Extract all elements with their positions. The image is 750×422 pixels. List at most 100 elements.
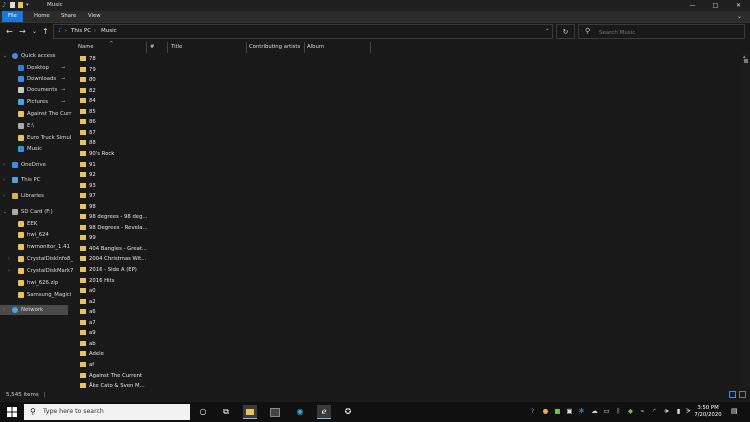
column-name[interactable]: Name ^ xyxy=(76,41,147,53)
up-button[interactable]: ↑ xyxy=(42,28,49,36)
minimize-button[interactable]: — xyxy=(681,0,704,11)
file-row[interactable]: a6 xyxy=(76,307,166,317)
file-row[interactable]: ab xyxy=(76,339,166,349)
collapsed-chevron-icon[interactable]: › xyxy=(3,175,5,185)
crumb-separator[interactable]: › xyxy=(65,28,67,34)
collapsed-chevron-icon[interactable]: › xyxy=(8,254,10,264)
file-row[interactable]: 80 xyxy=(76,75,166,85)
column-title[interactable]: Title xyxy=(169,42,247,53)
tab-home[interactable]: Home xyxy=(28,11,56,22)
address-dropdown-icon[interactable]: ⌄ xyxy=(545,26,550,32)
expand-ribbon-icon[interactable]: ⌄ xyxy=(737,13,742,20)
file-row[interactable]: a9 xyxy=(76,328,166,338)
back-button[interactable]: ← xyxy=(6,28,13,36)
store-icon[interactable] xyxy=(268,405,282,419)
collapsed-chevron-icon[interactable]: › xyxy=(3,160,5,170)
file-row[interactable]: a2 xyxy=(76,297,166,307)
file-row[interactable]: 85 xyxy=(76,107,166,117)
file-row[interactable]: a0 xyxy=(76,286,166,296)
file-row[interactable]: 92 xyxy=(76,170,166,180)
language-icon[interactable]: ᗒ xyxy=(684,407,693,416)
battery-icon[interactable]: ▮ xyxy=(674,407,683,416)
tray-snowflake-icon[interactable]: ✻ xyxy=(577,407,586,416)
app-icon[interactable]: ✪ xyxy=(341,405,355,419)
task-view-icon[interactable]: ⧉ xyxy=(219,405,233,419)
nav-item-label: Quick access xyxy=(21,53,56,59)
file-explorer-taskbar-icon[interactable] xyxy=(243,405,257,419)
tray-usb-icon[interactable]: ⌁ xyxy=(638,407,647,416)
customize-toolbar-icon[interactable]: ▾ xyxy=(26,2,31,8)
large-icons-view-button[interactable] xyxy=(739,391,746,398)
tray-shield-icon[interactable]: ◆ xyxy=(626,407,635,416)
tab-share[interactable]: Share xyxy=(55,11,82,22)
close-button[interactable]: ✕ xyxy=(727,0,750,11)
address-bar[interactable]: ♪ › This PC › Music ⌄ xyxy=(53,24,553,39)
file-name: 78 xyxy=(89,56,96,62)
file-row[interactable]: Against The Current xyxy=(76,371,166,381)
wifi-icon[interactable]: ◜ xyxy=(650,407,659,416)
crumb-this-pc[interactable]: This PC xyxy=(71,28,91,34)
tab-view[interactable]: View xyxy=(82,11,107,22)
recent-locations-button[interactable]: ⌄ xyxy=(32,28,37,36)
edge-legacy-icon[interactable]: ℯ xyxy=(317,405,331,419)
tab-file[interactable]: File xyxy=(2,11,23,22)
file-row[interactable]: 98 xyxy=(76,202,166,212)
clock[interactable]: 3:50 PM 7/20/2020 xyxy=(693,405,723,419)
file-row[interactable]: 2016 Hits xyxy=(76,276,166,286)
file-row[interactable]: 2004 Christmas Wit... xyxy=(76,254,166,264)
collapsed-chevron-icon[interactable]: › xyxy=(8,266,10,276)
collapsed-chevron-icon[interactable]: › xyxy=(3,191,5,201)
file-row[interactable]: 97 xyxy=(76,191,166,201)
tray-network-drive-icon[interactable]: ▭ xyxy=(602,407,611,416)
file-row[interactable]: 404 Bangles - Great... xyxy=(76,244,166,254)
file-row[interactable]: 99 xyxy=(76,233,166,243)
scrollbar-thumb[interactable] xyxy=(744,59,748,63)
onedrive-tray-icon[interactable]: ☁ xyxy=(590,407,599,416)
file-row[interactable]: 2016 - Side A (EP) xyxy=(76,265,166,275)
file-row[interactable]: 98 degrees - 98 deg... xyxy=(76,212,166,222)
nav-item[interactable]: › Network xyxy=(0,305,68,315)
forward-button[interactable]: → xyxy=(19,28,26,36)
file-row[interactable]: af xyxy=(76,360,166,370)
new-folder-icon[interactable] xyxy=(18,2,23,8)
file-row[interactable]: 82 xyxy=(76,86,166,96)
collapsed-chevron-icon[interactable]: › xyxy=(3,305,5,315)
help-icon[interactable]: ? xyxy=(528,407,537,416)
file-row[interactable]: 86 xyxy=(76,117,166,127)
tray-check-icon[interactable]: ■ xyxy=(553,407,562,416)
file-row[interactable]: 90's Rock xyxy=(76,149,166,159)
edge-icon[interactable]: ◉ xyxy=(293,405,307,419)
tray-monitor-icon[interactable]: ▣ xyxy=(565,407,574,416)
file-row[interactable]: 87 xyxy=(76,128,166,138)
expanded-chevron-icon[interactable]: ⌄ xyxy=(3,51,7,61)
column-contributing-artists[interactable]: Contributing artists xyxy=(247,42,305,53)
search-input[interactable] xyxy=(597,27,741,39)
expanded-chevron-icon[interactable]: ⌄ xyxy=(3,207,7,217)
file-row[interactable]: 98 Degrees - Revela... xyxy=(76,223,166,233)
file-row[interactable]: 91 xyxy=(76,160,166,170)
file-row[interactable]: 93 xyxy=(76,181,166,191)
column-album[interactable]: Album xyxy=(305,42,371,53)
file-row[interactable]: Adele xyxy=(76,349,166,359)
properties-icon[interactable] xyxy=(10,2,15,8)
file-row[interactable]: a7 xyxy=(76,318,166,328)
bluetooth-icon[interactable]: ᛒ xyxy=(614,407,623,416)
file-row[interactable]: 79 xyxy=(76,65,166,75)
maximize-button[interactable]: □ xyxy=(704,0,727,11)
vertical-scrollbar[interactable]: ▴ xyxy=(742,54,750,388)
windows-start-icon[interactable] xyxy=(7,407,17,417)
volume-icon[interactable]: 🕪 xyxy=(662,407,671,416)
crumb-separator[interactable]: › xyxy=(94,28,96,34)
crumb-music[interactable]: Music xyxy=(101,28,117,34)
tray-app-icon[interactable]: ● xyxy=(541,407,550,416)
details-view-button[interactable] xyxy=(729,391,736,398)
file-row[interactable]: 84 xyxy=(76,96,166,106)
cortana-icon[interactable]: ○ xyxy=(196,405,210,419)
taskbar-search[interactable]: ⚲ Type here to search xyxy=(24,404,190,420)
column-number[interactable]: # xyxy=(148,42,168,53)
refresh-button[interactable]: ↻ xyxy=(556,24,575,39)
notification-center-icon[interactable]: ▤ xyxy=(731,407,738,415)
search-box[interactable]: ⚲ xyxy=(578,24,745,39)
file-row[interactable]: 88 xyxy=(76,138,166,148)
file-row[interactable]: 78 xyxy=(76,54,166,64)
